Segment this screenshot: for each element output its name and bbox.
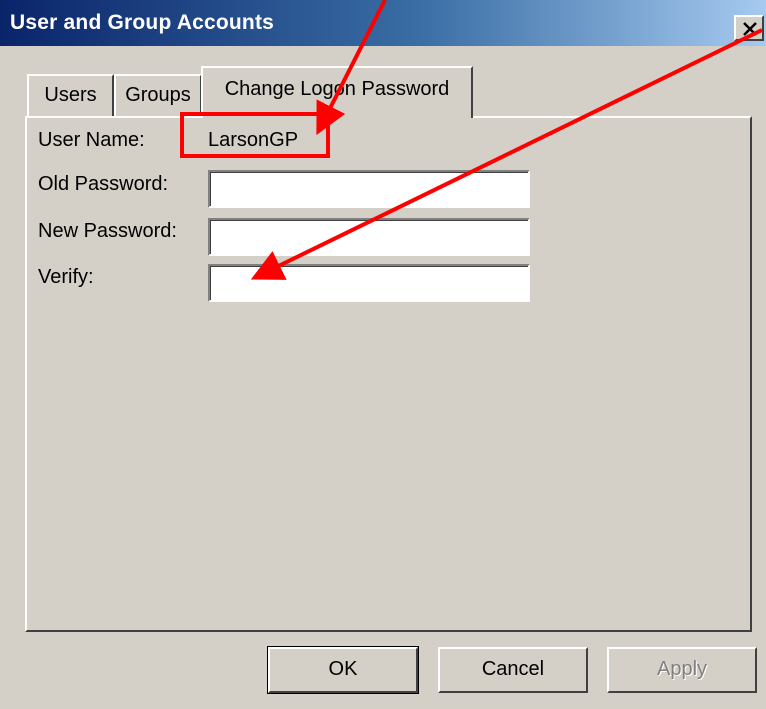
title-bar[interactable]: User and Group Accounts (0, 0, 766, 46)
new-password-field[interactable] (208, 218, 530, 256)
window-title: User and Group Accounts (10, 11, 275, 34)
user-name-label: User Name: (38, 129, 145, 151)
verify-password-field[interactable] (208, 264, 530, 302)
apply-button[interactable]: Apply (607, 647, 757, 693)
tab-users-label: Users (44, 84, 97, 106)
close-icon (743, 22, 757, 36)
verify-label: Verify: (38, 266, 94, 288)
old-password-label: Old Password: (38, 173, 169, 195)
old-password-field[interactable] (208, 170, 530, 208)
tab-users[interactable]: Users (27, 74, 114, 116)
tab-change-logon-password[interactable]: Change Logon Password (201, 66, 473, 118)
dialog-window: User and Group Accounts Users Groups Cha… (0, 0, 766, 709)
highlight-box (180, 112, 330, 158)
ok-button[interactable]: OK (267, 646, 419, 694)
new-password-label: New Password: (38, 220, 177, 242)
cancel-button[interactable]: Cancel (438, 647, 588, 693)
close-button[interactable] (734, 15, 764, 41)
tab-groups[interactable]: Groups (114, 74, 202, 116)
tab-change-logon-password-label: Change Logon Password (224, 78, 450, 100)
tab-groups-label: Groups (125, 84, 191, 106)
